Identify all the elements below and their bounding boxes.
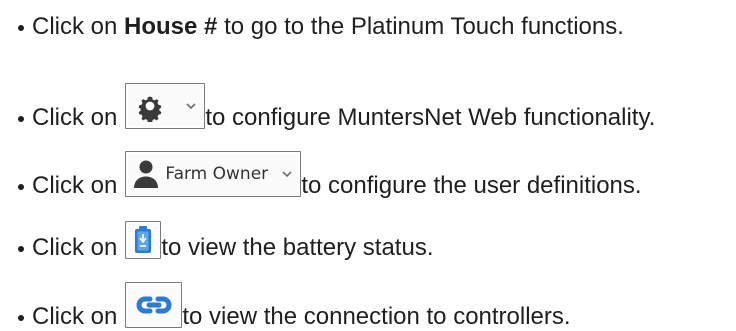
instruction-item-house: Click on House # to go to the Platinum T… — [18, 14, 624, 40]
user-icon — [134, 160, 159, 188]
settings-button[interactable] — [125, 83, 206, 129]
instruction-prefix: Click on — [32, 234, 118, 261]
instruction-prefix: Click on — [32, 13, 118, 40]
user-menu-content: Farm Owner — [132, 159, 268, 189]
instruction-item-user: Click on Farm Owner to configure the use… — [18, 151, 642, 199]
battery-button[interactable] — [125, 221, 162, 259]
chevron-down-icon — [186, 103, 196, 110]
bullet-icon — [18, 25, 24, 31]
instruction-text: Click on House # to go to the Platinum T… — [32, 14, 624, 40]
instruction-prefix: Click on — [32, 104, 118, 131]
instruction-suffix: to configure MuntersNet Web functionalit… — [205, 104, 656, 131]
instruction-suffix: to configure the user definitions. — [301, 172, 642, 199]
user-menu-button[interactable]: Farm Owner — [125, 151, 302, 197]
bullet-icon — [18, 246, 24, 252]
instruction-suffix: to view the connection to controllers. — [182, 303, 571, 330]
instruction-item-battery: Click on to view the battery status. — [18, 221, 434, 261]
bullet-icon — [18, 116, 24, 122]
instruction-suffix: to view the battery status. — [161, 234, 434, 261]
user-menu-label: Farm Owner — [165, 164, 269, 184]
instruction-item-settings: Click on to configure MuntersNet Web fun… — [18, 83, 655, 131]
instruction-item-link: Click on to view the connection to contr… — [18, 282, 571, 330]
instructions-list: Click on House # to go to the Platinum T… — [0, 0, 736, 331]
chevron-down-icon — [282, 171, 292, 178]
house-number-label: House # — [124, 13, 218, 40]
link-icon — [136, 296, 172, 314]
bullet-icon — [18, 184, 24, 190]
instruction-prefix: Click on — [32, 172, 118, 199]
instruction-prefix: Click on — [32, 303, 118, 330]
bullet-icon — [18, 315, 24, 321]
gear-icon — [138, 96, 162, 122]
instruction-suffix: to go to the Platinum Touch functions. — [224, 13, 624, 40]
battery-icon — [135, 226, 152, 253]
link-button[interactable] — [125, 282, 183, 328]
